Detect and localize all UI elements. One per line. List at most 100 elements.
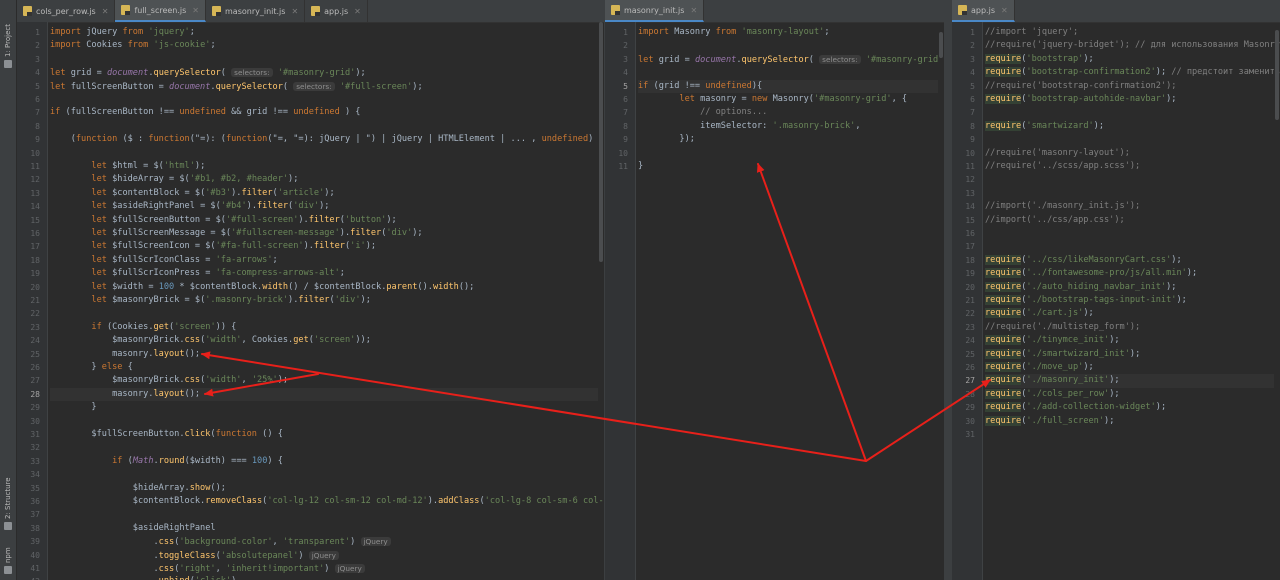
pane-splitter[interactable] — [944, 0, 952, 580]
code-line[interactable]: let grid = document.querySelector( selec… — [50, 66, 598, 79]
close-icon[interactable]: ✕ — [1001, 6, 1008, 15]
code-line[interactable]: let $masonryBrick = $('.masonry-brick').… — [50, 294, 598, 307]
code-line[interactable] — [985, 187, 1274, 200]
code-line[interactable]: let $width = 100 * $contentBlock.width()… — [50, 281, 598, 294]
code-line[interactable] — [638, 66, 938, 79]
vertical-scrollbar[interactable] — [1275, 30, 1279, 120]
close-icon[interactable]: ✕ — [102, 7, 109, 16]
code-line[interactable]: } else { — [50, 361, 598, 374]
code-line[interactable] — [50, 53, 598, 66]
code-line[interactable]: require('./tinymce_init'); — [985, 334, 1274, 347]
close-icon[interactable]: ✕ — [690, 6, 697, 15]
code-line[interactable] — [50, 120, 598, 133]
tab-app[interactable]: app.js ✕ — [952, 0, 1015, 22]
close-icon[interactable]: ✕ — [354, 7, 361, 16]
code-line[interactable]: } — [638, 160, 938, 173]
code-line[interactable]: $masonryBrick.css('width', Cookies.get('… — [50, 334, 598, 347]
code-line[interactable] — [985, 173, 1274, 186]
code-line[interactable]: let $contentBlock = $('#b3').filter('art… — [50, 187, 598, 200]
code-line[interactable]: let $fullScreenIcon = $('#fa-full-screen… — [50, 240, 598, 253]
code-line[interactable]: //import('../css/app.css'); — [985, 214, 1274, 227]
vertical-scrollbar[interactable] — [599, 22, 603, 262]
code-line[interactable] — [985, 106, 1274, 119]
code-line[interactable] — [638, 147, 938, 160]
code-line[interactable]: if (grid !== undefined){ — [638, 79, 938, 93]
code-line[interactable]: if (Math.round($width) === 100) { — [50, 455, 598, 468]
code-line[interactable]: require('bootstrap-confirmation2'); // п… — [985, 66, 1280, 79]
code-line[interactable]: .css('background-color', 'transparent') … — [50, 535, 598, 548]
code-line[interactable]: let $asideRightPanel = $('#b4').filter('… — [50, 200, 598, 213]
code-line[interactable]: //require('masonry-layout'); — [985, 147, 1274, 160]
tool-tab-npm[interactable]: npm — [1, 534, 15, 574]
code-line[interactable]: import jQuery from 'jquery'; — [50, 26, 598, 39]
tab-app[interactable]: app.js ✕ — [305, 0, 368, 22]
code-line[interactable] — [985, 133, 1274, 146]
code-line[interactable]: $hideArray.show(); — [50, 482, 598, 495]
code-line[interactable] — [985, 240, 1274, 253]
code-line[interactable]: //import('./masonry_init.js'); — [985, 200, 1274, 213]
code-line[interactable] — [50, 93, 598, 106]
code-line[interactable]: require('./smartwizard_init'); — [985, 348, 1274, 361]
code-line[interactable]: let $fullScreenMessage = $('#fullscreen-… — [50, 227, 598, 240]
code-line[interactable]: //import 'jquery'; — [985, 26, 1274, 39]
code-line[interactable]: $asideRightPanel — [50, 522, 598, 535]
close-icon[interactable]: ✕ — [192, 6, 199, 15]
code-line[interactable]: require('../css/likeMasonryCart.css'); — [985, 254, 1274, 267]
code-line[interactable]: //require('bootstrap-confirmation2'); — [985, 80, 1274, 93]
code-line[interactable]: let $hideArray = $('#b1, #b2, #header'); — [50, 173, 598, 186]
code-line[interactable]: $masonryBrick.css('width', '25%'); — [50, 374, 598, 387]
code-line[interactable]: .css('right', 'inherit!important') jQuer… — [50, 562, 598, 575]
code-line[interactable]: let grid = document.querySelector( selec… — [638, 53, 944, 66]
code-line[interactable]: let $fullScreenButton = $('#full-screen'… — [50, 214, 598, 227]
code-line[interactable] — [985, 428, 1274, 441]
code-area[interactable]: import Masonry from 'masonry-layout'; let… — [638, 22, 944, 580]
code-line[interactable]: //require('jquery-bridget'); // для испо… — [985, 39, 1280, 52]
code-line[interactable] — [50, 468, 598, 481]
code-line[interactable]: masonry.layout(); — [50, 348, 598, 361]
code-line[interactable]: let masonry = new Masonry('#masonry-grid… — [638, 93, 938, 106]
code-line[interactable]: masonry.layout(); — [50, 387, 598, 402]
code-line[interactable]: $fullScreenButton.click(function () { — [50, 428, 598, 441]
code-line[interactable]: }); — [638, 133, 938, 146]
code-line[interactable]: require('./move_up'); — [985, 361, 1274, 374]
code-line[interactable]: require('bootstrap'); — [985, 53, 1274, 66]
code-line[interactable] — [50, 147, 598, 160]
code-line[interactable]: //require('../scss/app.scss'); — [985, 160, 1274, 173]
code-line[interactable]: // options... — [638, 106, 938, 119]
code-line[interactable]: require('bootstrap-autohide-navbar'); — [985, 93, 1274, 106]
code-area[interactable]: import jQuery from 'jquery'; import Cooki… — [50, 22, 604, 580]
code-line[interactable]: (function ($ : function("=): (function("… — [50, 133, 604, 146]
code-line[interactable]: let $fullScrIconClass = 'fa-arrows'; — [50, 254, 598, 267]
code-line[interactable]: let fullScreenButton = document.querySel… — [50, 80, 598, 93]
code-line[interactable]: require('./masonry_init'); — [985, 374, 1274, 388]
code-line[interactable]: require('./bootstrap-tags-input-init'); — [985, 294, 1274, 307]
code-line[interactable]: itemSelector: '.masonry-brick', — [638, 120, 938, 133]
code-line[interactable]: .toggleClass('absolutepanel') jQuery — [50, 549, 598, 562]
code-line[interactable]: $contentBlock.removeClass('col-lg-12 col… — [50, 495, 604, 508]
tab-masonry-init[interactable]: masonry_init.js ✕ — [206, 0, 306, 22]
code-line[interactable]: require('./add-collection-widget'); — [985, 401, 1274, 414]
tab-full-screen[interactable]: full_screen.js ✕ — [115, 0, 206, 22]
code-line[interactable]: require('./cols_per_row'); — [985, 388, 1274, 401]
code-line[interactable]: let $fullScrIconPress = 'fa-compress-arr… — [50, 267, 598, 280]
code-line[interactable]: } — [50, 401, 598, 414]
code-line[interactable]: require('./full_screen'); — [985, 415, 1274, 428]
code-line[interactable]: //require('./multistep_form'); — [985, 321, 1274, 334]
code-line[interactable]: require('./cart.js'); — [985, 307, 1274, 320]
code-line[interactable]: if (fullScreenButton !== undefined && gr… — [50, 106, 598, 119]
code-area[interactable]: //import 'jquery';//require('jquery-brid… — [985, 22, 1280, 580]
code-line[interactable]: if (Cookies.get('screen')) { — [50, 321, 598, 334]
code-line[interactable] — [50, 441, 598, 454]
code-line[interactable]: require('smartwizard'); — [985, 120, 1274, 133]
tab-cols-per-row[interactable]: cols_per_row.js ✕ — [17, 0, 116, 22]
code-line[interactable]: .unbind('click') — [50, 575, 598, 580]
tab-masonry-init[interactable]: masonry_init.js ✕ — [605, 0, 705, 22]
code-line[interactable]: require('./auto_hiding_navbar_init'); — [985, 281, 1274, 294]
tool-tab-project[interactable]: 1: Project — [1, 8, 15, 68]
code-line[interactable] — [50, 508, 598, 521]
code-line[interactable]: require('../fontawesome-pro/js/all.min')… — [985, 267, 1274, 280]
code-line[interactable] — [50, 307, 598, 320]
vertical-scrollbar[interactable] — [939, 32, 943, 58]
code-line[interactable]: import Masonry from 'masonry-layout'; — [638, 26, 938, 39]
code-line[interactable] — [50, 415, 598, 428]
